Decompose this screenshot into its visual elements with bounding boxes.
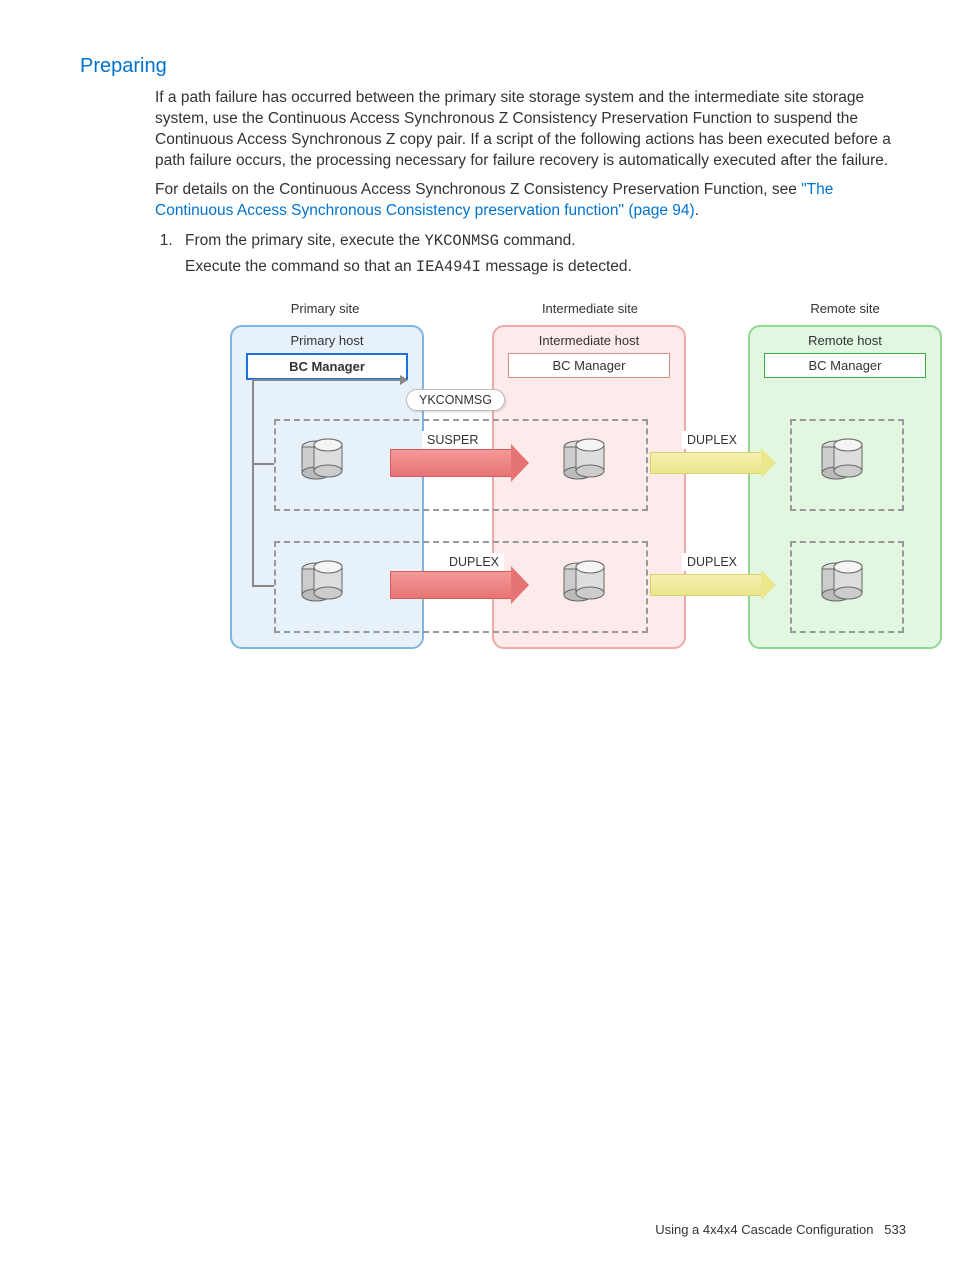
paragraph-1: If a path failure has occurred between t…	[155, 88, 904, 172]
section-heading: Preparing	[80, 55, 914, 78]
label-remote-host: Remote host	[762, 333, 928, 348]
db-remote-top	[818, 437, 872, 485]
db-primary-top	[298, 437, 352, 485]
footer-page-number: 533	[884, 1222, 906, 1237]
footer-text: Using a 4x4x4 Cascade Configuration	[655, 1222, 873, 1237]
paragraph-2: For details on the Continuous Access Syn…	[155, 180, 904, 222]
connector-vertical	[252, 379, 254, 585]
db-intermediate-bottom	[560, 559, 614, 607]
step-1b-suffix: message is detected.	[481, 258, 632, 275]
step-1-prefix: From the primary site, execute the	[185, 232, 424, 249]
step-1b-prefix: Execute the command so that an	[185, 258, 416, 275]
arrow-duplex-top	[650, 452, 762, 474]
state-duplex-3: DUPLEX	[682, 553, 742, 571]
step-1-detail: Execute the command so that an IEA494I m…	[185, 256, 914, 279]
bc-manager-primary: BC Manager	[246, 353, 408, 380]
label-primary-site: Primary site	[260, 301, 390, 316]
bc-manager-intermediate: BC Manager	[508, 353, 670, 378]
arrow-duplex-mid	[390, 571, 512, 599]
db-primary-bottom	[298, 559, 352, 607]
db-intermediate-top	[560, 437, 614, 485]
bc-manager-remote: BC Manager	[764, 353, 926, 378]
label-remote-site: Remote site	[780, 301, 910, 316]
label-intermediate-host: Intermediate host	[506, 333, 672, 348]
arrow-duplex-bottom	[650, 574, 762, 596]
page-footer: Using a 4x4x4 Cascade Configuration 533	[655, 1222, 906, 1237]
diagram: Primary site Intermediate site Remote si…	[230, 297, 930, 657]
state-susper: SUSPER	[422, 431, 483, 449]
db-remote-bottom	[818, 559, 872, 607]
arrow-susper	[390, 449, 512, 477]
code-iea494i: IEA494I	[416, 258, 481, 276]
connector-h2	[252, 585, 274, 587]
state-duplex-2: DUPLEX	[444, 553, 504, 571]
paragraph-2-prefix: For details on the Continuous Access Syn…	[155, 181, 801, 198]
arrowhead-ykconmsg	[400, 375, 408, 385]
step-1: From the primary site, execute the YKCON…	[177, 230, 914, 253]
paragraph-2-suffix: .	[695, 202, 699, 219]
state-duplex-1: DUPLEX	[682, 431, 742, 449]
label-primary-host: Primary host	[244, 333, 410, 348]
pill-ykconmsg: YKCONMSG	[406, 389, 505, 411]
step-1-suffix: command.	[499, 232, 576, 249]
label-intermediate-site: Intermediate site	[520, 301, 660, 316]
connector-h1	[252, 463, 274, 465]
code-ykconmsg: YKCONMSG	[424, 232, 498, 250]
connector-top	[252, 379, 400, 381]
